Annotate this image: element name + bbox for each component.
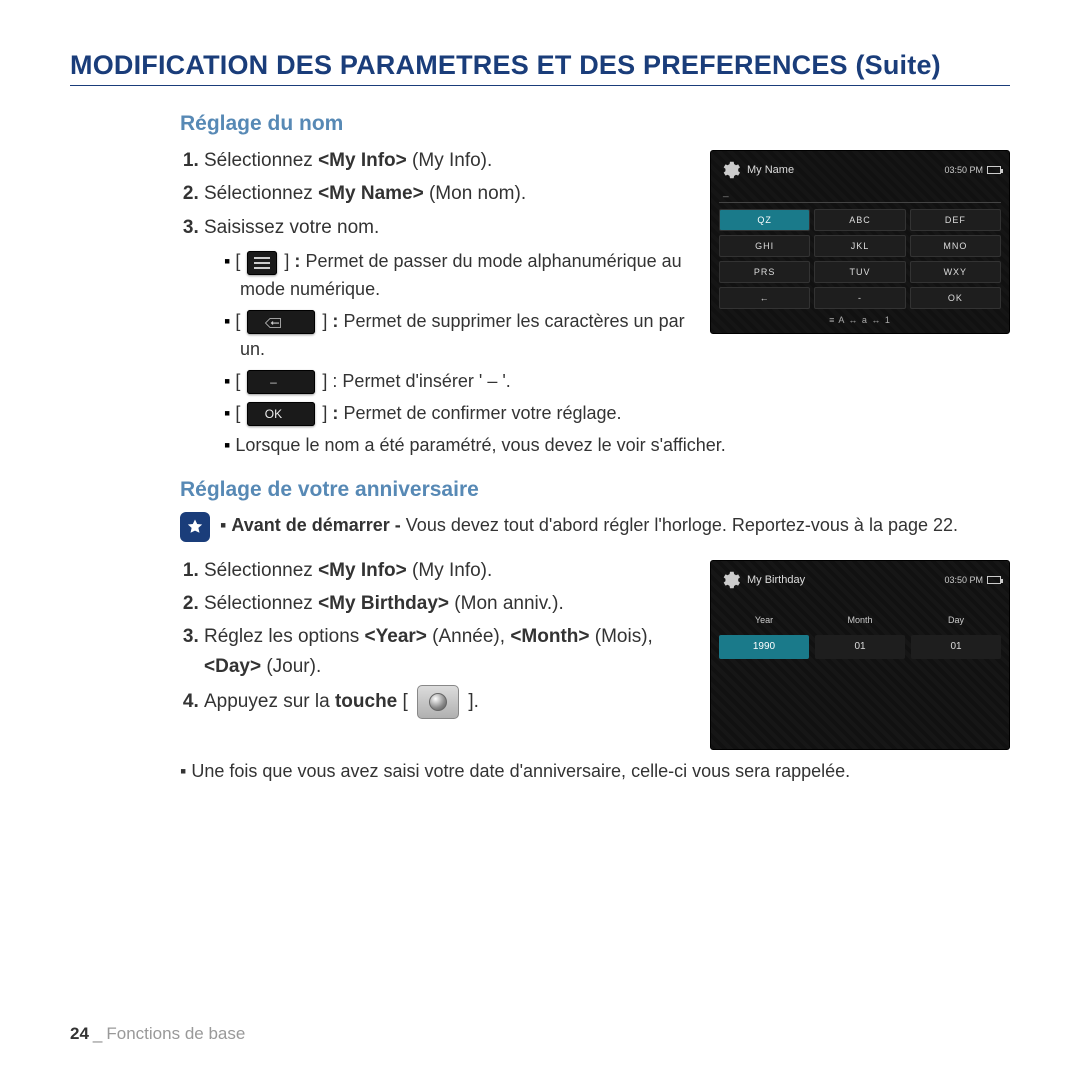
keypad-key: JKL [814, 235, 905, 257]
center-button-icon [417, 685, 459, 719]
page-footer: 24_Fonctions de base [70, 1024, 245, 1044]
sub-dash: [ ] : Permet d'insérer ' – '. [224, 368, 1010, 396]
star-icon [180, 512, 210, 542]
page-title: MODIFICATION DES PARAMETRES ET DES PREFE… [70, 50, 1010, 81]
date-column: Day 01 [911, 615, 1001, 659]
name-input-line: _ [719, 187, 1001, 203]
date-column: Month 01 [815, 615, 905, 659]
date-column-label: Month [815, 615, 905, 625]
device-title: My Name [747, 164, 794, 176]
keypad-key: PRS [719, 261, 810, 283]
mode-switch-key-icon [247, 251, 277, 275]
title-underline [70, 85, 1010, 86]
keypad-key: TUV [814, 261, 905, 283]
device-my-name-screenshot: My Name 03:50 PM _ QZABCDEF GHIJKLMNO PRST… [710, 150, 1010, 334]
date-column-label: Day [911, 615, 1001, 625]
battery-icon [987, 576, 1001, 584]
date-column: Year 1990 [719, 615, 809, 659]
device-bday-time: 03:50 PM [944, 575, 983, 585]
date-columns: Year 1990 Month 01 Day 01 [719, 615, 1001, 659]
keypad-key: WXY [910, 261, 1001, 283]
gear-icon [719, 159, 741, 181]
device-my-birthday-screenshot: My Birthday 03:50 PM Year 1990 Month 01 Day 0… [710, 560, 1010, 750]
date-column-label: Year [719, 615, 809, 625]
s2-note: Une fois que vous avez saisi votre date … [180, 758, 1010, 785]
date-column-value: 1990 [719, 635, 809, 659]
keypad-key: MNO [910, 235, 1001, 257]
section-heading-name: Réglage du nom [180, 112, 1010, 136]
tip-row: ▪ Avant de démarrer - Vous devez tout d'… [180, 512, 1010, 542]
keypad-footer-hint: ≡ A ↔ a ↔ 1 [719, 315, 1001, 325]
dash-key-icon [247, 370, 315, 394]
device-bday-title: My Birthday [747, 574, 805, 586]
keypad-key: DEF [910, 209, 1001, 231]
device-time: 03:50 PM [944, 165, 983, 175]
date-column-value: 01 [815, 635, 905, 659]
keypad-key: QZ [719, 209, 810, 231]
keypad-key: ABC [814, 209, 905, 231]
section-heading-birthday: Réglage de votre anniversaire [180, 478, 1010, 502]
backspace-key-icon [247, 310, 315, 334]
date-column-value: 01 [911, 635, 1001, 659]
gear-icon [719, 569, 741, 591]
sub-final: Lorsque le nom a été paramétré, vous dev… [224, 432, 1010, 460]
sub-ok: [ OK ] : Permet de confirmer votre régla… [224, 400, 1010, 428]
ok-key-icon: OK [247, 402, 315, 426]
keypad-key: ← [719, 287, 810, 309]
battery-icon [987, 166, 1001, 174]
keypad-key: OK [910, 287, 1001, 309]
keypad-grid: QZABCDEF GHIJKLMNO PRSTUVWXY ←-OK [719, 209, 1001, 309]
keypad-key: GHI [719, 235, 810, 257]
keypad-key: - [814, 287, 905, 309]
